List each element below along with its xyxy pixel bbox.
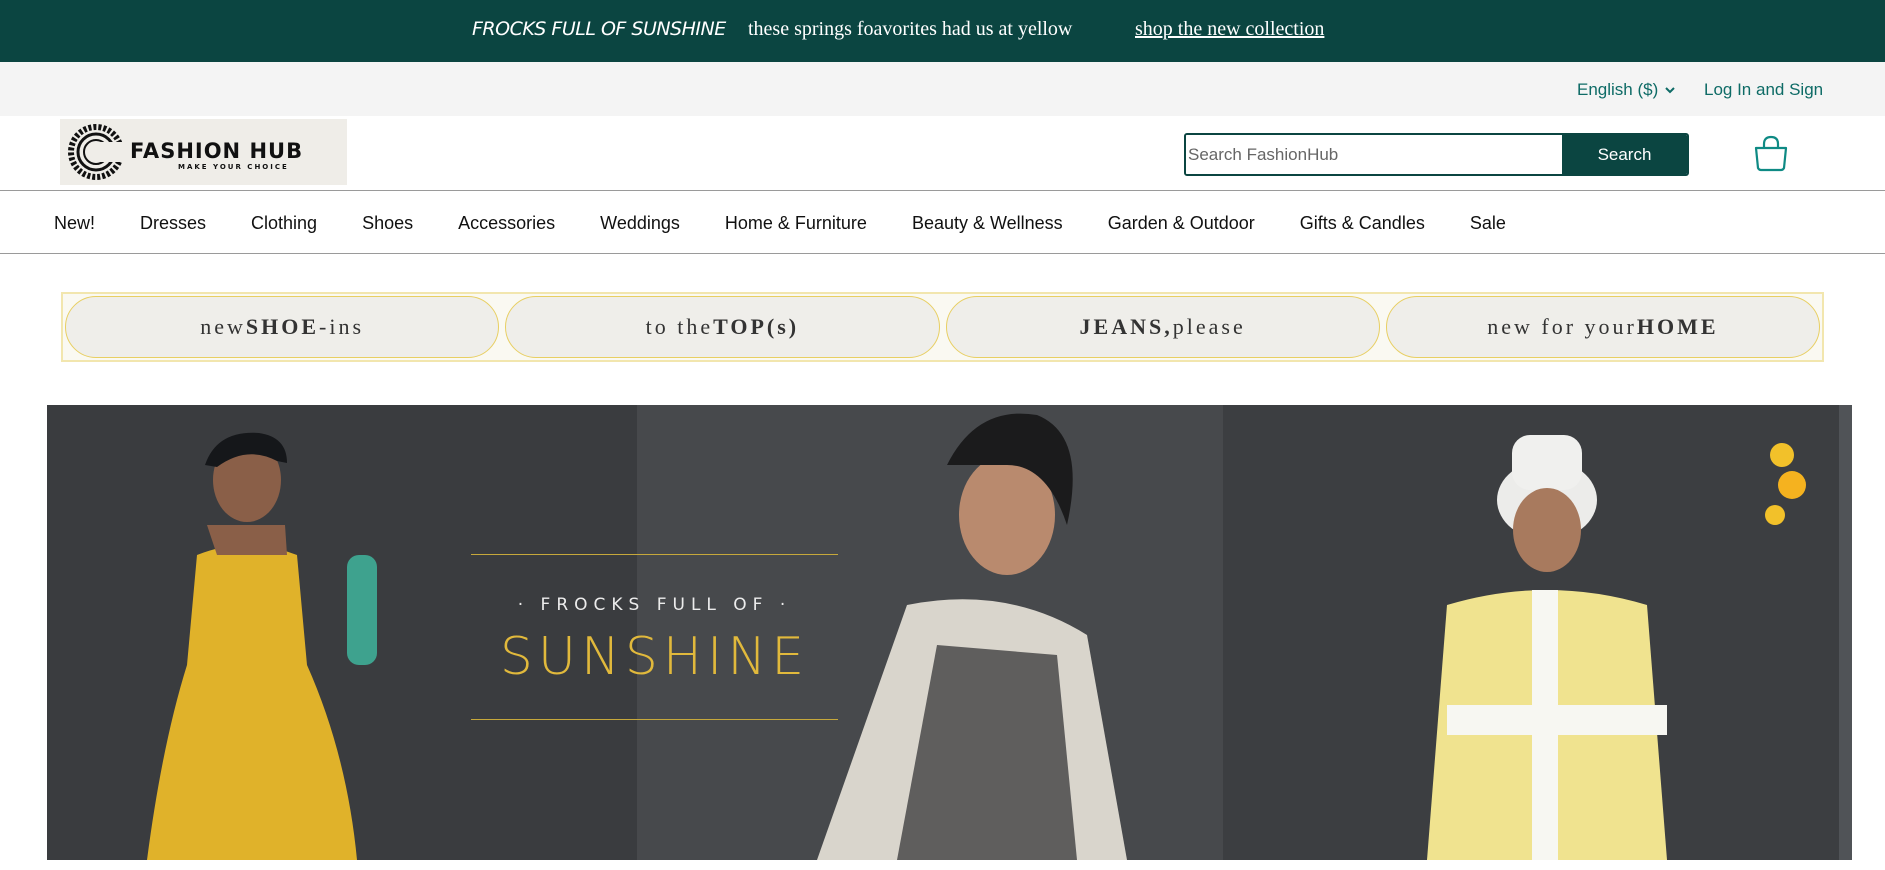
nav-item-garden-outdoor[interactable]: Garden & Outdoor: [1108, 213, 1255, 234]
search-input[interactable]: [1186, 135, 1562, 174]
promo-headline: FROCKS FULL OF SUNSHINE: [472, 18, 726, 40]
language-selector[interactable]: English ($): [1577, 80, 1676, 100]
category-label-post: please: [1172, 314, 1246, 339]
category-tops[interactable]: to the TOP(s): [505, 296, 940, 358]
nav-item-new[interactable]: New!: [54, 213, 95, 234]
search-button[interactable]: Search: [1562, 135, 1687, 174]
hero-models-illustration: [147, 413, 1806, 860]
category-home[interactable]: new for your HOME: [1385, 296, 1820, 358]
nav-item-shoes[interactable]: Shoes: [362, 213, 413, 234]
category-label-pre: new: [200, 314, 246, 339]
promo-message: these springs foavorites had us at yello…: [748, 18, 1073, 40]
category-label-bold: TOP(s): [713, 314, 800, 339]
logo-name: FASHION HUB: [130, 139, 304, 163]
main-nav: New! Dresses Clothing Shoes Accessories …: [0, 191, 1885, 254]
category-label-post: -ins: [319, 314, 365, 339]
category-label-pre: new for your: [1487, 314, 1637, 339]
nav-item-accessories[interactable]: Accessories: [458, 213, 555, 234]
hero-subtitle: · FROCKS FULL OF ·: [517, 595, 792, 615]
category-label-pre: to the: [645, 314, 714, 339]
category-label-bold: JEANS,: [1079, 314, 1173, 339]
login-link[interactable]: Log In and Sign: [1704, 80, 1823, 100]
logo-emblem-icon: [68, 124, 124, 180]
logo-tagline: MAKE YOUR CHOICE: [178, 163, 289, 171]
category-jeans[interactable]: JEANS, please: [945, 296, 1380, 358]
hero-divider-bottom: [471, 719, 838, 720]
page-bottom-strip: [0, 860, 1885, 870]
nav-item-weddings[interactable]: Weddings: [600, 213, 680, 234]
utility-bar: English ($) Log In and Sign: [0, 62, 1885, 116]
nav-item-beauty-wellness[interactable]: Beauty & Wellness: [912, 213, 1063, 234]
logo[interactable]: FASHION HUB MAKE YOUR CHOICE: [60, 119, 347, 185]
search-bar: Search: [1184, 133, 1689, 176]
hero-banner[interactable]: · FROCKS FULL OF · SUNSHINE: [47, 405, 1852, 860]
nav-item-dresses[interactable]: Dresses: [140, 213, 206, 234]
nav-item-gifts-candles[interactable]: Gifts & Candles: [1300, 213, 1425, 234]
nav-item-clothing[interactable]: Clothing: [251, 213, 317, 234]
chevron-down-icon: [1665, 87, 1675, 94]
language-label: English ($): [1577, 80, 1659, 99]
hero-title: SUNSHINE: [499, 627, 810, 687]
nav-item-home-furniture[interactable]: Home & Furniture: [725, 213, 867, 234]
shop-collection-link[interactable]: shop the new collection: [1135, 18, 1324, 41]
category-label-bold: SHOE: [245, 314, 320, 339]
shopping-bag-icon[interactable]: [1752, 134, 1790, 172]
site-header: FASHION HUB MAKE YOUR CHOICE Search: [0, 116, 1885, 191]
category-banner: new SHOE -ins to the TOP(s) JEANS, please…: [61, 292, 1824, 362]
category-shoes[interactable]: new SHOE -ins: [65, 296, 500, 358]
nav-item-sale[interactable]: Sale: [1470, 213, 1506, 234]
category-label-bold: HOME: [1636, 314, 1719, 339]
promo-bar: FROCKS FULL OF SUNSHINE these springs fo…: [0, 0, 1885, 62]
hero-divider-top: [471, 554, 838, 555]
